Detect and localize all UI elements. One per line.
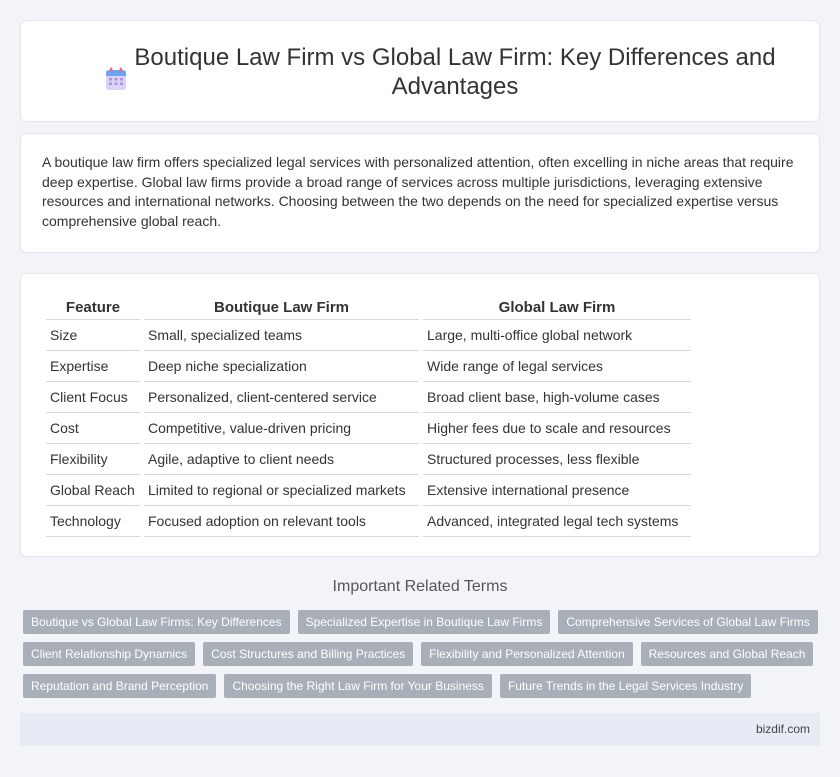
tag-row: Reputation and Brand Perception Choosing… — [23, 674, 823, 698]
comparison-card: Feature Boutique Law Firm Global Law Fir… — [20, 273, 820, 557]
feature-cell: Flexibility — [46, 444, 140, 475]
table-row: Expertise Deep niche specialization Wide… — [46, 351, 691, 382]
intro-card: A boutique law firm offers specialized l… — [20, 133, 820, 253]
footer-bar: bizdif.com — [20, 713, 820, 746]
related-term-tag[interactable]: Choosing the Right Law Firm for Your Bus… — [224, 674, 492, 698]
table-header-row: Feature Boutique Law Firm Global Law Fir… — [46, 296, 691, 320]
related-term-tag[interactable]: Flexibility and Personalized Attention — [421, 642, 633, 666]
comparison-table: Feature Boutique Law Firm Global Law Fir… — [42, 296, 695, 537]
feature-cell: Expertise — [46, 351, 140, 382]
intro-paragraph: A boutique law firm offers specialized l… — [42, 154, 794, 229]
related-term-tag[interactable]: Resources and Global Reach — [640, 642, 814, 666]
boutique-cell: Competitive, value-driven pricing — [144, 413, 419, 444]
boutique-cell: Deep niche specialization — [144, 351, 419, 382]
table-row: Cost Competitive, value-driven pricing H… — [46, 413, 691, 444]
title-card: Boutique Law Firm vs Global Law Firm: Ke… — [20, 20, 820, 122]
feature-cell: Cost — [46, 413, 140, 444]
header-global: Global Law Firm — [423, 296, 691, 320]
global-cell: Large, multi-office global network — [423, 320, 691, 351]
boutique-cell: Personalized, client-centered service — [144, 382, 419, 413]
related-term-tag[interactable]: Client Relationship Dynamics — [23, 642, 196, 666]
related-term-tag[interactable]: Reputation and Brand Perception — [23, 674, 217, 698]
global-cell: Wide range of legal services — [423, 351, 691, 382]
feature-cell: Client Focus — [46, 382, 140, 413]
boutique-cell: Focused adoption on relevant tools — [144, 506, 419, 537]
global-cell: Structured processes, less flexible — [423, 444, 691, 475]
related-terms-tags: Boutique vs Global Law Firms: Key Differ… — [23, 610, 823, 706]
site-name[interactable]: bizdif.com — [756, 722, 810, 736]
table-row: Technology Focused adoption on relevant … — [46, 506, 691, 537]
header-feature: Feature — [46, 296, 140, 320]
related-term-tag[interactable]: Specialized Expertise in Boutique Law Fi… — [297, 610, 551, 634]
table-row: Global Reach Limited to regional or spec… — [46, 475, 691, 506]
boutique-cell: Agile, adaptive to client needs — [144, 444, 419, 475]
boutique-cell: Small, specialized teams — [144, 320, 419, 351]
feature-cell: Global Reach — [46, 475, 140, 506]
table-row: Size Small, specialized teams Large, mul… — [46, 320, 691, 351]
global-cell: Higher fees due to scale and resources — [423, 413, 691, 444]
global-cell: Broad client base, high-volume cases — [423, 382, 691, 413]
table-row: Flexibility Agile, adaptive to client ne… — [46, 444, 691, 475]
boutique-cell: Limited to regional or specialized marke… — [144, 475, 419, 506]
header-boutique: Boutique Law Firm — [144, 296, 419, 320]
related-term-tag[interactable]: Boutique vs Global Law Firms: Key Differ… — [23, 610, 290, 634]
related-term-tag[interactable]: Cost Structures and Billing Practices — [203, 642, 414, 666]
page-title: Boutique Law Firm vs Global Law Firm: Ke… — [134, 44, 776, 100]
global-cell: Advanced, integrated legal tech systems — [423, 506, 691, 537]
table-row: Client Focus Personalized, client-center… — [46, 382, 691, 413]
feature-cell: Technology — [46, 506, 140, 537]
tag-row: Boutique vs Global Law Firms: Key Differ… — [23, 610, 823, 634]
calendar-icon — [106, 67, 126, 90]
tag-row: Client Relationship Dynamics Cost Struct… — [23, 642, 823, 666]
feature-cell: Size — [46, 320, 140, 351]
related-terms-heading: Important Related Terms — [332, 578, 508, 595]
related-term-tag[interactable]: Comprehensive Services of Global Law Fir… — [558, 610, 818, 634]
global-cell: Extensive international presence — [423, 475, 691, 506]
related-term-tag[interactable]: Future Trends in the Legal Services Indu… — [499, 674, 752, 698]
